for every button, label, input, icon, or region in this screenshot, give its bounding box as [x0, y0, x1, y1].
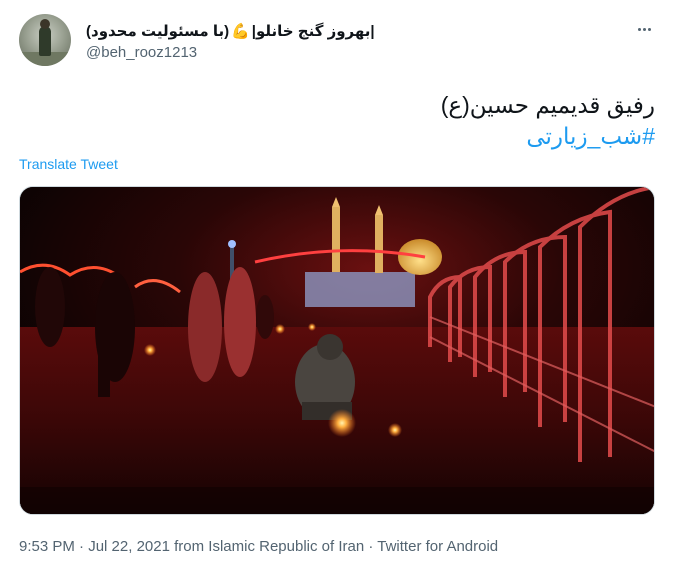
user-handle[interactable]: @beh_rooz1213 [86, 44, 197, 61]
hashtag-link[interactable]: #شب_زیارتی [35, 121, 655, 152]
more-options-button[interactable] [633, 18, 655, 40]
tweet-date[interactable]: Jul 22, 2021 [88, 538, 170, 555]
tweet-location: from Islamic Republic of Iran [174, 538, 365, 555]
tweet-text: رفیق قدیمیم حسین(ع) #شب_زیارتی [35, 90, 655, 152]
flexed-biceps-emoji-icon: 💪 [231, 23, 250, 40]
display-name-suffix: (با مسئولیت محدود) [86, 23, 230, 40]
avatar-head [40, 19, 50, 29]
ellipsis-icon-dot [647, 27, 651, 31]
tweet-source[interactable]: Twitter for Android [377, 538, 498, 555]
tweet-time[interactable]: 9:53 PM [19, 538, 75, 555]
tweet-text-line: رفیق قدیمیم حسین(ع) [440, 92, 655, 118]
avatar-figure [39, 26, 51, 56]
tweet-metadata: 9:53 PM · Jul 22, 2021 from Islamic Repu… [19, 538, 498, 555]
tweet-card: (با مسئولیت محدود) 💪 |بهروز گنج خانلو| @… [0, 0, 677, 574]
translate-tweet-link[interactable]: Translate Tweet [19, 156, 118, 172]
tweet-photo[interactable] [19, 186, 655, 515]
shrine-night-photo [20, 187, 654, 514]
meta-separator: · [364, 538, 378, 555]
ellipsis-icon [637, 27, 641, 31]
display-name[interactable]: (با مسئولیت محدود) 💪 |بهروز گنج خانلو| [86, 20, 375, 42]
ellipsis-icon-dot [642, 27, 646, 31]
meta-separator: · [74, 538, 89, 555]
display-name-prefix: |بهروز گنج خانلو| [251, 23, 375, 40]
user-avatar[interactable] [19, 14, 71, 66]
